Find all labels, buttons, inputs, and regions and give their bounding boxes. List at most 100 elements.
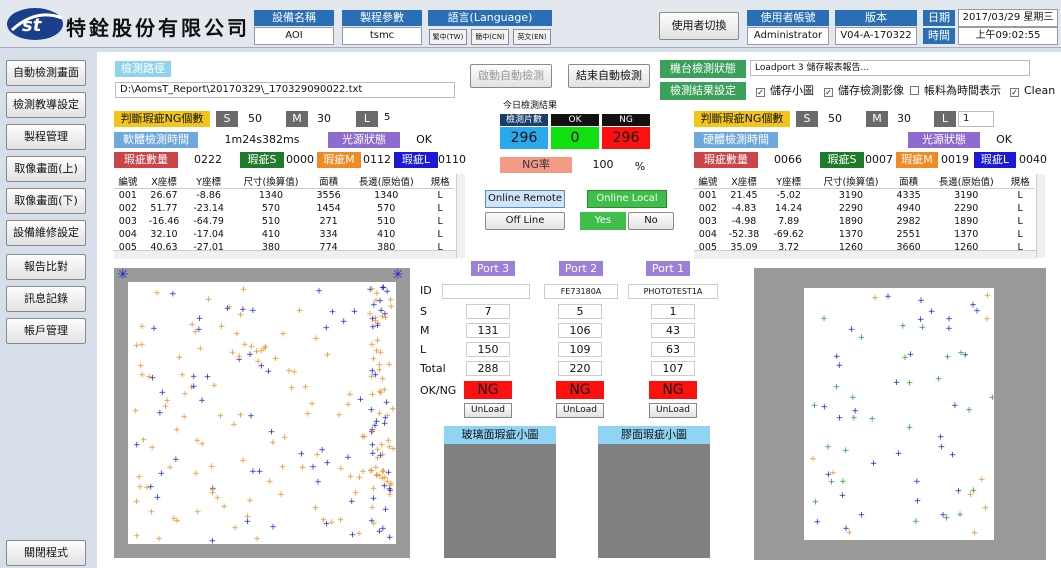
sidebar-item-message-log[interactable]: 訊息記錄: [6, 286, 86, 312]
ok-count-value: 0: [551, 127, 599, 149]
right-defect-table: 編號 X座標 Y座標 尺寸(換算值) 面積 長邊(原始值) 規格 001 21.4…: [694, 174, 1034, 254]
defect-marker-icon: +: [244, 517, 252, 527]
port-3-unload-button[interactable]: UnLoad: [464, 403, 512, 418]
right-defect-l-value: 0040: [1019, 153, 1047, 166]
film-thumbnail: [598, 444, 710, 558]
right-l-value[interactable]: 1: [958, 111, 994, 127]
lang-cn-button[interactable]: 簡中(CN): [471, 29, 509, 45]
table-row[interactable]: 001 21.45 -5.02 3190 4335 3190 L: [694, 189, 1034, 202]
defect-marker-icon: +: [269, 438, 277, 448]
defect-marker-icon: +: [382, 505, 390, 515]
defect-marker-icon: +: [348, 497, 356, 507]
sidebar-item-report-compare[interactable]: 報告比對: [6, 254, 86, 280]
table-row[interactable]: 002 -4.83 14.24 2290 4940 2290 L: [694, 202, 1034, 215]
defect-marker-icon: +: [335, 411, 343, 421]
sidebar-item-maintenance[interactable]: 設備維修設定: [6, 220, 86, 246]
lang-en-button[interactable]: 英文(EN): [513, 29, 551, 45]
col-header: 長邊(原始值): [346, 174, 427, 189]
port-2-unload-button[interactable]: UnLoad: [556, 403, 604, 418]
start-auto-inspect-button[interactable]: 啟動自動檢測: [470, 64, 552, 88]
sidebar-item-capture-top[interactable]: 取像畫面(上): [6, 156, 86, 182]
right-table-vscroll[interactable]: [1036, 174, 1045, 258]
table-row[interactable]: 003 -4.98 7.89 1890 2982 1890 L: [694, 215, 1034, 228]
defect-marker-icon: +: [209, 489, 217, 499]
table-row[interactable]: 004 32.10 -17.04 410 334 410 L: [114, 228, 454, 241]
table-header-row: 編號 X座標 Y座標 尺寸(換算值) 面積 長邊(原始值) 規格: [694, 174, 1034, 189]
defect-marker-icon: +: [943, 513, 951, 523]
sidebar-item-capture-bottom[interactable]: 取像畫面(下): [6, 188, 86, 214]
defect-marker-icon: +: [385, 360, 393, 370]
yes-button[interactable]: Yes: [580, 212, 626, 230]
defect-marker-icon: +: [241, 340, 249, 350]
online-remote-button[interactable]: Online Remote: [485, 190, 565, 208]
l-row-label: L: [420, 343, 427, 356]
defect-marker-icon: +: [210, 381, 218, 391]
inspection-path-field[interactable]: D:\AomsT_Report\20170329\_170329090022.t…: [115, 82, 455, 98]
lang-tw-button[interactable]: 繁中(TW): [429, 29, 467, 45]
cell: 510: [261, 215, 281, 227]
right-defect-map[interactable]: + + + + + + + + + + + + + + + + + + + + + + + + + + + + + + + + + + + + + + + +…: [804, 288, 994, 540]
sidebar-item-account-management[interactable]: 帳戶管理: [6, 318, 86, 344]
left-table-vscroll[interactable]: [456, 174, 465, 258]
machine-status-label: 機台檢測狀態: [660, 60, 746, 78]
close-program-button[interactable]: 關閉程式: [6, 540, 86, 566]
time-format-checkbox[interactable]: 帳料為時間表示: [910, 84, 1001, 98]
defect-marker-icon: +: [246, 496, 254, 506]
defect-marker-icon: +: [359, 432, 367, 442]
defect-marker-icon: +: [147, 483, 155, 493]
defect-marker-icon: +: [148, 508, 156, 518]
cell: 3190: [954, 189, 979, 201]
cell: 003: [698, 215, 717, 227]
clean-checkbox[interactable]: ✓ Clean: [1010, 84, 1055, 98]
port-1-result: NG: [649, 381, 697, 399]
left-defect-map[interactable]: ++++++++++++++++++++++++++++++++++++++++…: [128, 282, 396, 544]
sidebar-item-recipe-management[interactable]: 製程管理: [6, 124, 86, 150]
cell: 1454: [316, 202, 341, 214]
defect-marker-icon: +: [309, 463, 317, 473]
port-1-unload-button[interactable]: UnLoad: [649, 403, 697, 418]
cell: L: [1017, 202, 1023, 214]
defect-marker-icon: +: [858, 333, 866, 343]
defect-marker-icon: +: [848, 325, 856, 335]
defect-marker-icon: +: [858, 511, 866, 521]
defect-marker-icon: +: [249, 306, 257, 316]
sidebar-item-teach-settings[interactable]: 檢測教導設定: [6, 92, 86, 118]
defect-marker-icon: +: [133, 532, 141, 542]
left-light-value: OK: [416, 133, 432, 146]
table-row[interactable]: 004 -52.38 -69.62 1370 2551 1370 L: [694, 228, 1034, 241]
defect-marker-icon: +: [224, 304, 232, 314]
film-thumbnail-label: 膠面瑕疵小圖: [598, 426, 710, 444]
cell: 2551: [896, 228, 921, 240]
right-table-hscroll[interactable]: [694, 250, 1036, 259]
company-logo: st: [7, 8, 63, 40]
defect-marker-icon: +: [944, 353, 952, 363]
no-button[interactable]: No: [628, 212, 674, 230]
save-thumbnail-checkbox[interactable]: ✓ 儲存小圖: [756, 84, 814, 98]
defect-marker-icon: +: [133, 341, 141, 351]
online-local-button[interactable]: Online Local: [587, 190, 667, 208]
defect-marker-icon: +: [281, 433, 289, 443]
port-1-id: PHOTOTEST1A: [628, 284, 718, 299]
table-row[interactable]: 003 -16.46 -64.79 510 271 510 L: [114, 215, 454, 228]
defect-marker-icon: +: [315, 287, 323, 297]
account-value: Administrator: [747, 27, 829, 45]
sidebar-item-auto-inspect[interactable]: 自動檢測畫面: [6, 60, 86, 86]
defect-marker-icon: +: [376, 409, 384, 419]
cell: 001: [698, 189, 717, 201]
save-image-checkbox[interactable]: ✓ 儲存檢測影像: [824, 84, 904, 98]
defect-marker-icon: +: [314, 478, 322, 488]
defect-marker-icon: +: [351, 307, 359, 317]
today-result-title: 今日檢測結果: [502, 101, 557, 111]
defect-marker-icon: +: [298, 449, 306, 459]
defect-marker-icon: +: [253, 535, 261, 544]
table-row[interactable]: 002 51.77 -23.14 570 1454 570 L: [114, 202, 454, 215]
offline-button[interactable]: Off Line: [485, 212, 565, 230]
defect-marker-icon: +: [917, 296, 925, 306]
defect-marker-icon: +: [279, 462, 287, 472]
defect-marker-icon: +: [159, 388, 167, 398]
table-row[interactable]: 001 26.67 -8.86 1340 3556 1340 L: [114, 189, 454, 202]
left-table-hscroll[interactable]: [114, 250, 456, 259]
right-l-label: L: [934, 111, 956, 127]
switch-user-button[interactable]: 使用者切換: [659, 12, 739, 40]
end-auto-inspect-button[interactable]: 結束自動檢測: [568, 64, 650, 88]
